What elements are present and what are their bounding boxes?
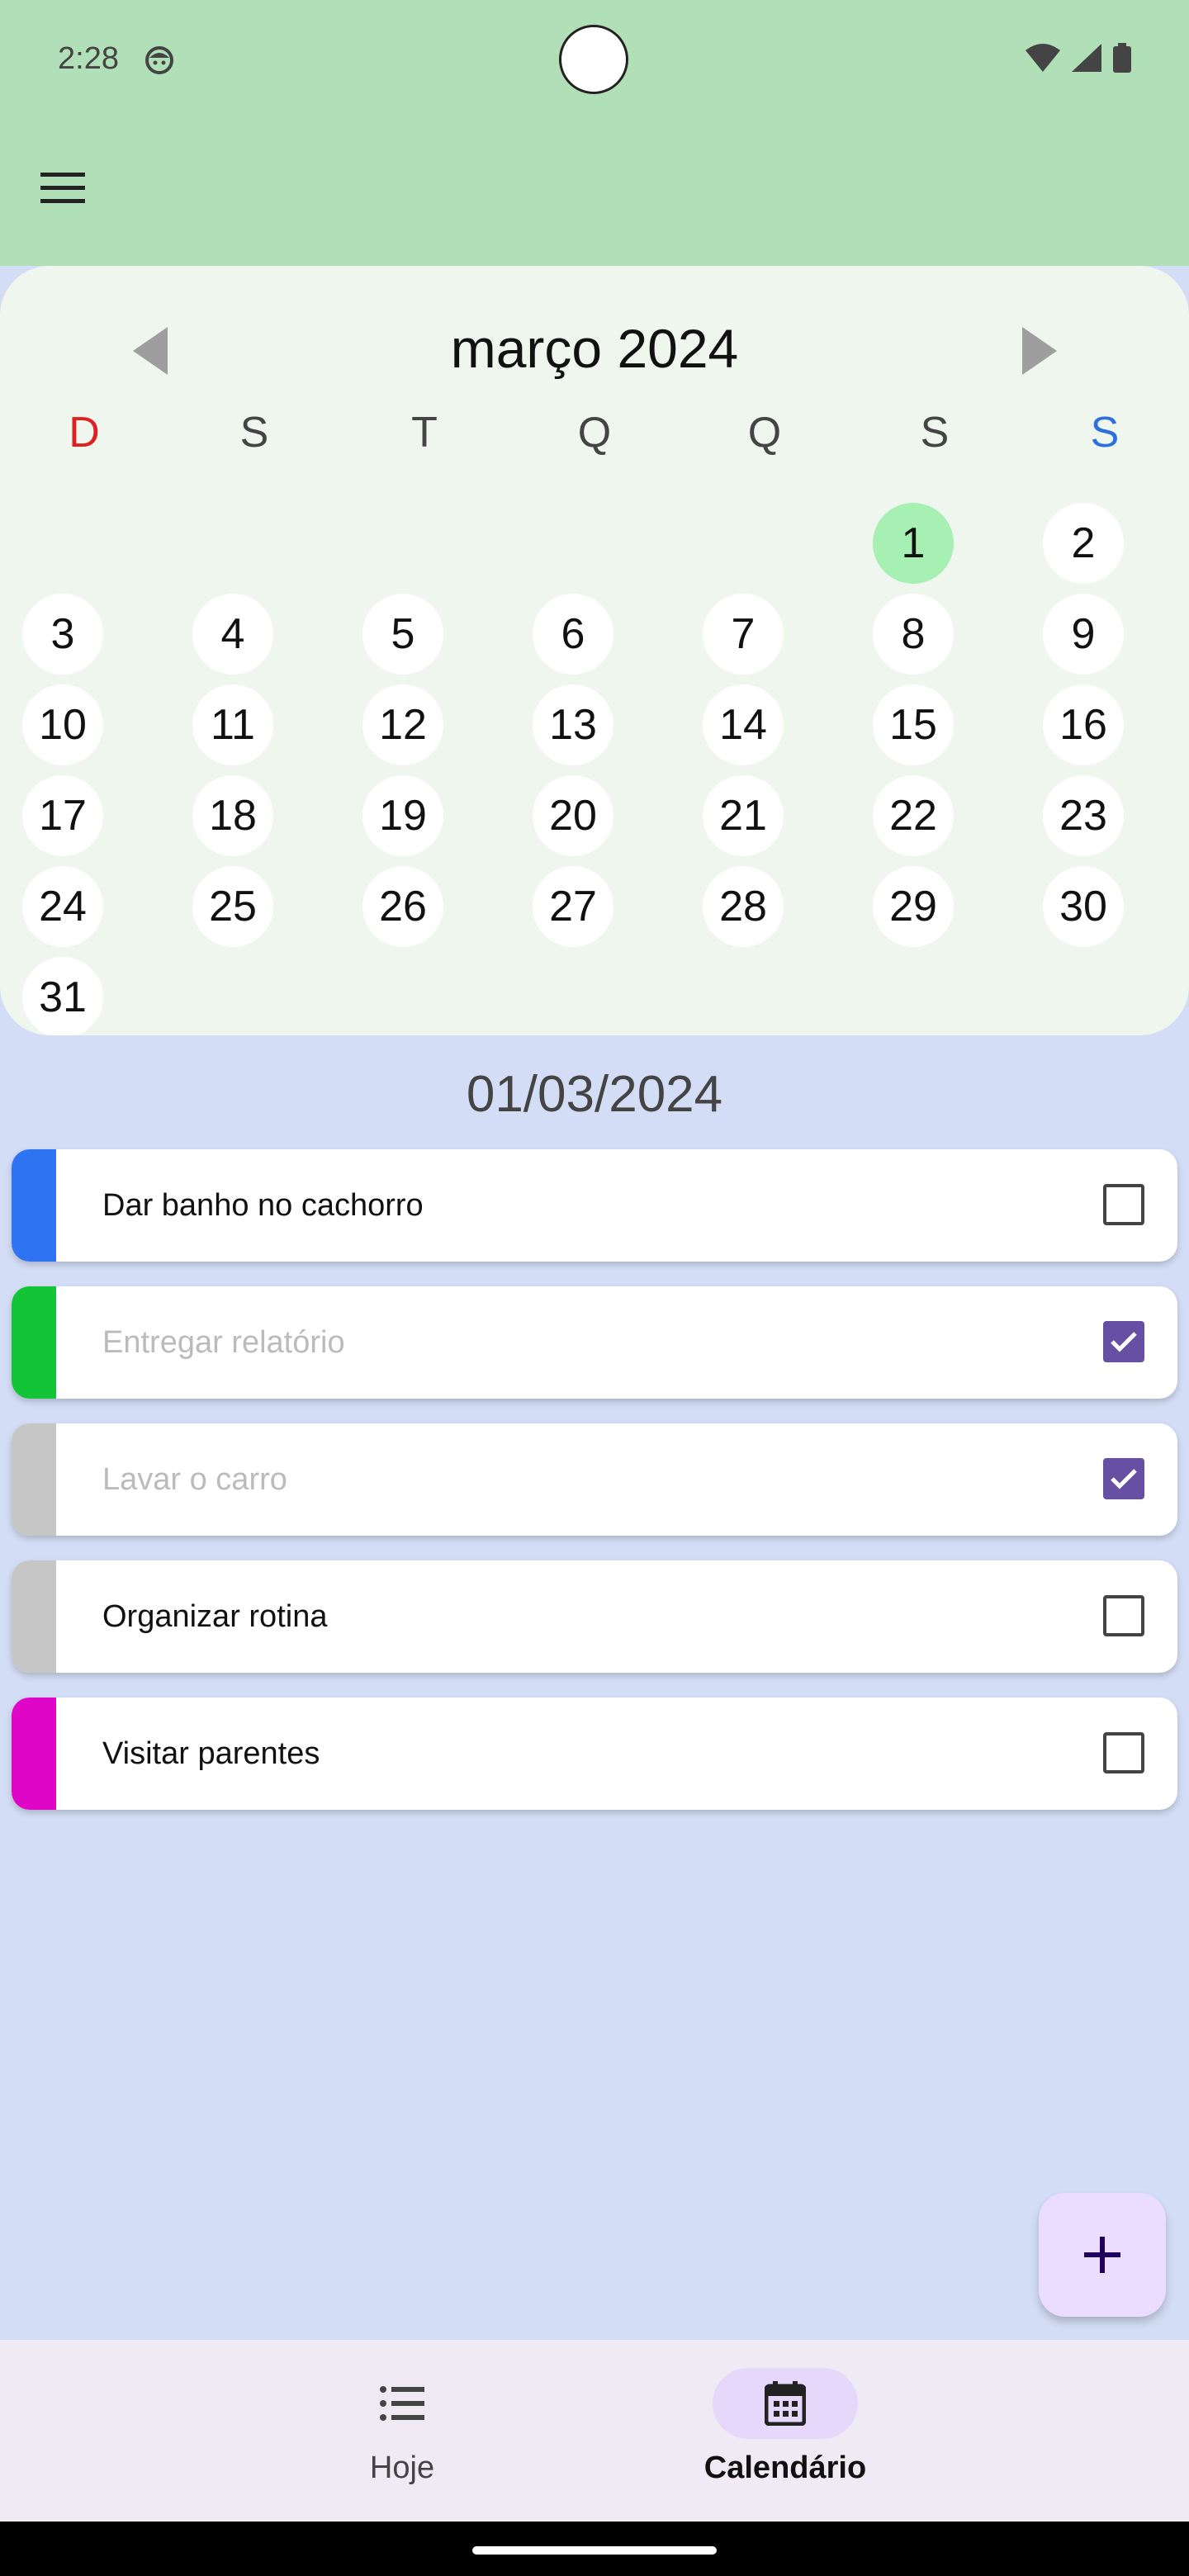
task-checkbox[interactable] [1103, 1732, 1144, 1773]
task-checkbox[interactable] [1103, 1321, 1144, 1362]
check-icon [1111, 1469, 1137, 1489]
weekday-label: S [920, 409, 950, 457]
task-label: Organizar rotina [102, 1599, 328, 1634]
calendar-day-8[interactable]: 8 [873, 594, 954, 675]
calendar-day-3[interactable]: 3 [22, 594, 103, 675]
weekday-label: Q [747, 409, 782, 457]
calendar-day-10[interactable]: 10 [22, 684, 103, 765]
task-item[interactable]: Dar banho no cachorro [12, 1149, 1177, 1262]
calendar-day-22[interactable]: 22 [873, 775, 954, 856]
calendar-day-31[interactable]: 31 [22, 957, 103, 1035]
task-color-tag [12, 1560, 56, 1673]
calendar-day-25[interactable]: 25 [192, 866, 273, 947]
battery-icon [1113, 43, 1131, 73]
calendar-day-13[interactable]: 13 [533, 684, 613, 765]
calendar-day-30[interactable]: 30 [1043, 866, 1124, 947]
plus-icon [1084, 2237, 1120, 2273]
task-label: Dar banho no cachorro [102, 1188, 424, 1223]
task-color-tag [12, 1698, 56, 1810]
next-month-button[interactable] [1017, 324, 1062, 378]
calendar-day-21[interactable]: 21 [703, 775, 784, 856]
weekday-label: D [69, 409, 100, 457]
front-camera [559, 25, 628, 94]
nav-item-hoje[interactable]: Hoje [278, 2368, 526, 2486]
task-color-tag [12, 1286, 56, 1399]
calendar: março 2024 DSTQQSS 1 2 3 4 5 6 7 8 9 10 11 12 13 14 15… [0, 266, 1189, 1035]
nav-item-label: Calendário [703, 2451, 867, 2485]
calendar-day-2[interactable]: 2 [1043, 503, 1124, 584]
status-time: 2:28 [58, 41, 119, 76]
calendar-day-17[interactable]: 17 [22, 775, 103, 856]
calendar-day-15[interactable]: 15 [873, 684, 954, 765]
check-icon [1111, 1332, 1137, 1352]
top-app-bar: 2:28 [0, 0, 1189, 266]
selected-date-label: 01/03/2024 [466, 1066, 723, 1123]
task-color-tag [12, 1423, 56, 1536]
task-label: Entregar relatório [102, 1325, 345, 1360]
calendar-day-28[interactable]: 28 [703, 866, 784, 947]
weekday-label: T [411, 409, 438, 457]
calendar-day-11[interactable]: 11 [192, 684, 273, 765]
task-item[interactable]: Entregar relatório [12, 1286, 1177, 1399]
task-checkbox[interactable] [1103, 1595, 1144, 1636]
system-navigation-bar [0, 2522, 1189, 2576]
menu-button[interactable] [38, 163, 88, 213]
calendar-day-4[interactable]: 4 [192, 594, 273, 675]
calendar-day-26[interactable]: 26 [362, 866, 443, 947]
home-gesture-handle[interactable] [472, 2546, 717, 2555]
calendar-day-6[interactable]: 6 [533, 594, 613, 675]
calendar-day-27[interactable]: 27 [533, 866, 613, 947]
status-icons [1026, 43, 1131, 73]
nav-item-calendario[interactable]: Calendário [661, 2368, 909, 2486]
task-item[interactable]: Visitar parentes [12, 1698, 1177, 1810]
calendar-day-23[interactable]: 23 [1043, 775, 1124, 856]
month-title: março 2024 [450, 318, 739, 379]
calendar-day-14[interactable]: 14 [703, 684, 784, 765]
task-label: Lavar o carro [102, 1462, 287, 1497]
calendar-day-16[interactable]: 16 [1043, 684, 1124, 765]
calendar-day-18[interactable]: 18 [192, 775, 273, 856]
calendar-day-5[interactable]: 5 [362, 594, 443, 675]
task-item[interactable]: Organizar rotina [12, 1560, 1177, 1673]
calendar-day-29[interactable]: 29 [873, 866, 954, 947]
nav-item-label: Hoje [369, 2451, 435, 2485]
nav-item-hoje-indicator [329, 2368, 475, 2439]
weekday-label: S [239, 409, 269, 457]
bottom-navigation: Hoje Calendário [0, 2340, 1189, 2522]
weekday-label: Q [577, 409, 612, 457]
task-label: Visitar parentes [102, 1736, 320, 1771]
add-task-button[interactable] [1039, 2193, 1166, 2317]
signal-icon [1072, 44, 1101, 72]
calendar-day-12[interactable]: 12 [362, 684, 443, 765]
wifi-icon [1026, 44, 1060, 72]
weekday-label: S [1090, 409, 1120, 457]
nav-item-calendario-indicator [713, 2368, 858, 2439]
task-color-tag [12, 1149, 56, 1262]
list-icon [380, 2386, 424, 2421]
task-checkbox[interactable] [1103, 1458, 1144, 1499]
calendar-day-1[interactable]: 1 [873, 503, 954, 584]
calendar-day-7[interactable]: 7 [703, 594, 784, 675]
calendar-day-24[interactable]: 24 [22, 866, 103, 947]
task-item[interactable]: Lavar o carro [12, 1423, 1177, 1536]
hamburger-menu-icon [40, 173, 85, 203]
calendar-day-19[interactable]: 19 [362, 775, 443, 856]
task-checkbox[interactable] [1103, 1184, 1144, 1225]
notification-face-icon [145, 46, 173, 74]
calendar-day-20[interactable]: 20 [533, 775, 613, 856]
calendar-day-9[interactable]: 9 [1043, 594, 1124, 675]
calendar-icon [765, 2381, 806, 2426]
